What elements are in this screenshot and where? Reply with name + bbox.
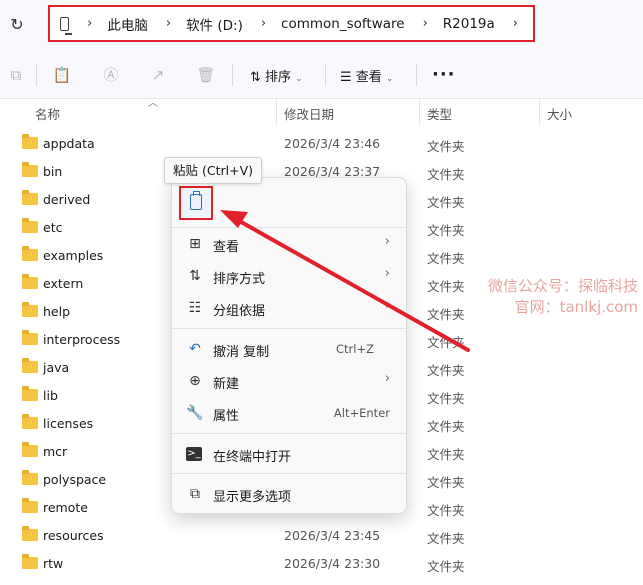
annotation-arrow: [220, 210, 470, 352]
